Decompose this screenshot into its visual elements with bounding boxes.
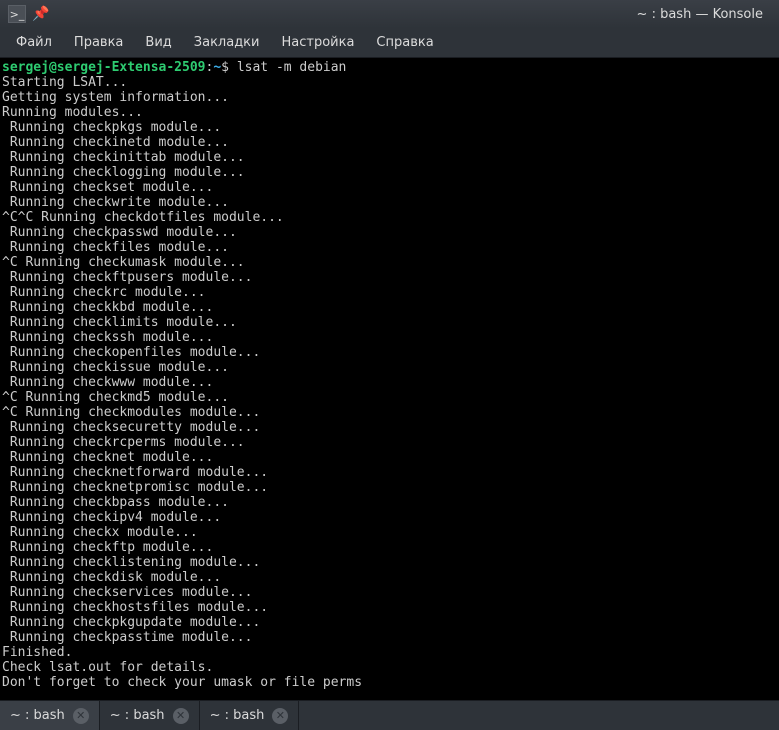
terminal-line: Running checkrcperms module... [2, 435, 777, 450]
terminal-line: ^C Running checkumask module... [2, 255, 777, 270]
menubar: Файл Правка Вид Закладки Настройка Справ… [0, 28, 779, 58]
prompt-user-host: sergej@sergej-Extensa-2509 [2, 60, 206, 75]
terminal-line: Running checkpkgupdate module... [2, 615, 777, 630]
terminal-line: Running checkssh module... [2, 330, 777, 345]
terminal-line: ^C Running checkmd5 module... [2, 390, 777, 405]
terminal-line: Running checkwrite module... [2, 195, 777, 210]
prompt-symbol: $ [221, 60, 237, 75]
terminal-line: Running checknet module... [2, 450, 777, 465]
tabbar: ~ : bash ✕ ~ : bash ✕ ~ : bash ✕ [0, 700, 779, 730]
tab-label: ~ : bash [110, 708, 165, 723]
terminal[interactable]: sergej@sergej-Extensa-2509:~$ lsat -m de… [0, 58, 779, 700]
terminal-line: Running checkftpusers module... [2, 270, 777, 285]
terminal-line: Running checkfiles module... [2, 240, 777, 255]
app-icon[interactable]: >_ [8, 5, 26, 23]
terminal-line: ^C^C Running checkdotfiles module... [2, 210, 777, 225]
terminal-line: Getting system information... [2, 90, 777, 105]
terminal-line: Running checklistening module... [2, 555, 777, 570]
terminal-line: Running checkpasstime module... [2, 630, 777, 645]
titlebar: >_ 📌 ~ : bash — Konsole [0, 0, 779, 28]
terminal-line: Running checkopenfiles module... [2, 345, 777, 360]
menu-view[interactable]: Вид [135, 31, 181, 54]
prompt-line: sergej@sergej-Extensa-2509:~$ lsat -m de… [2, 60, 777, 75]
terminal-line: Running checkx module... [2, 525, 777, 540]
menu-file[interactable]: Файл [6, 31, 62, 54]
terminal-line: Running checknetforward module... [2, 465, 777, 480]
terminal-line: Running checkdisk module... [2, 570, 777, 585]
terminal-line: Running checkservices module... [2, 585, 777, 600]
terminal-line: Running checksecuretty module... [2, 420, 777, 435]
menu-bookmarks[interactable]: Закладки [184, 31, 270, 54]
terminal-line: Running checkkbd module... [2, 300, 777, 315]
terminal-line: Running checkpasswd module... [2, 225, 777, 240]
tab-2[interactable]: ~ : bash ✕ [200, 701, 300, 730]
prompt-command: lsat -m debian [237, 60, 347, 75]
tab-1[interactable]: ~ : bash ✕ [100, 701, 200, 730]
terminal-line: Running checkinittab module... [2, 150, 777, 165]
menu-help[interactable]: Справка [366, 31, 443, 54]
terminal-line: Running checkhostsfiles module... [2, 600, 777, 615]
terminal-line: Running checklimits module... [2, 315, 777, 330]
titlebar-left-icons: >_ 📌 [8, 5, 49, 23]
terminal-line: Running checknetpromisc module... [2, 480, 777, 495]
terminal-line: Running checkinetd module... [2, 135, 777, 150]
tab-label: ~ : bash [210, 708, 265, 723]
menu-settings[interactable]: Настройка [271, 31, 364, 54]
terminal-line: Running checklogging module... [2, 165, 777, 180]
terminal-line: Starting LSAT... [2, 75, 777, 90]
terminal-line: Check lsat.out for details. [2, 660, 777, 675]
terminal-line: Running checkbpass module... [2, 495, 777, 510]
prompt-path: ~ [213, 60, 221, 75]
terminal-line: Running checkset module... [2, 180, 777, 195]
terminal-line: Running checkftp module... [2, 540, 777, 555]
pin-icon[interactable]: 📌 [32, 6, 49, 22]
close-icon[interactable]: ✕ [73, 708, 89, 724]
terminal-line: Running checkipv4 module... [2, 510, 777, 525]
terminal-line: Running checkwww module... [2, 375, 777, 390]
terminal-line: Running modules... [2, 105, 777, 120]
terminal-line: Running checkissue module... [2, 360, 777, 375]
tab-0[interactable]: ~ : bash ✕ [0, 701, 100, 730]
terminal-line: Finished. [2, 645, 777, 660]
menu-edit[interactable]: Правка [64, 31, 133, 54]
terminal-line: Running checkpkgs module... [2, 120, 777, 135]
window-title: ~ : bash — Konsole [637, 7, 763, 22]
tab-label: ~ : bash [10, 708, 65, 723]
terminal-line: Running checkrc module... [2, 285, 777, 300]
terminal-line: ^C Running checkmodules module... [2, 405, 777, 420]
close-icon[interactable]: ✕ [173, 708, 189, 724]
close-icon[interactable]: ✕ [272, 708, 288, 724]
terminal-line: Don't forget to check your umask or file… [2, 675, 777, 690]
